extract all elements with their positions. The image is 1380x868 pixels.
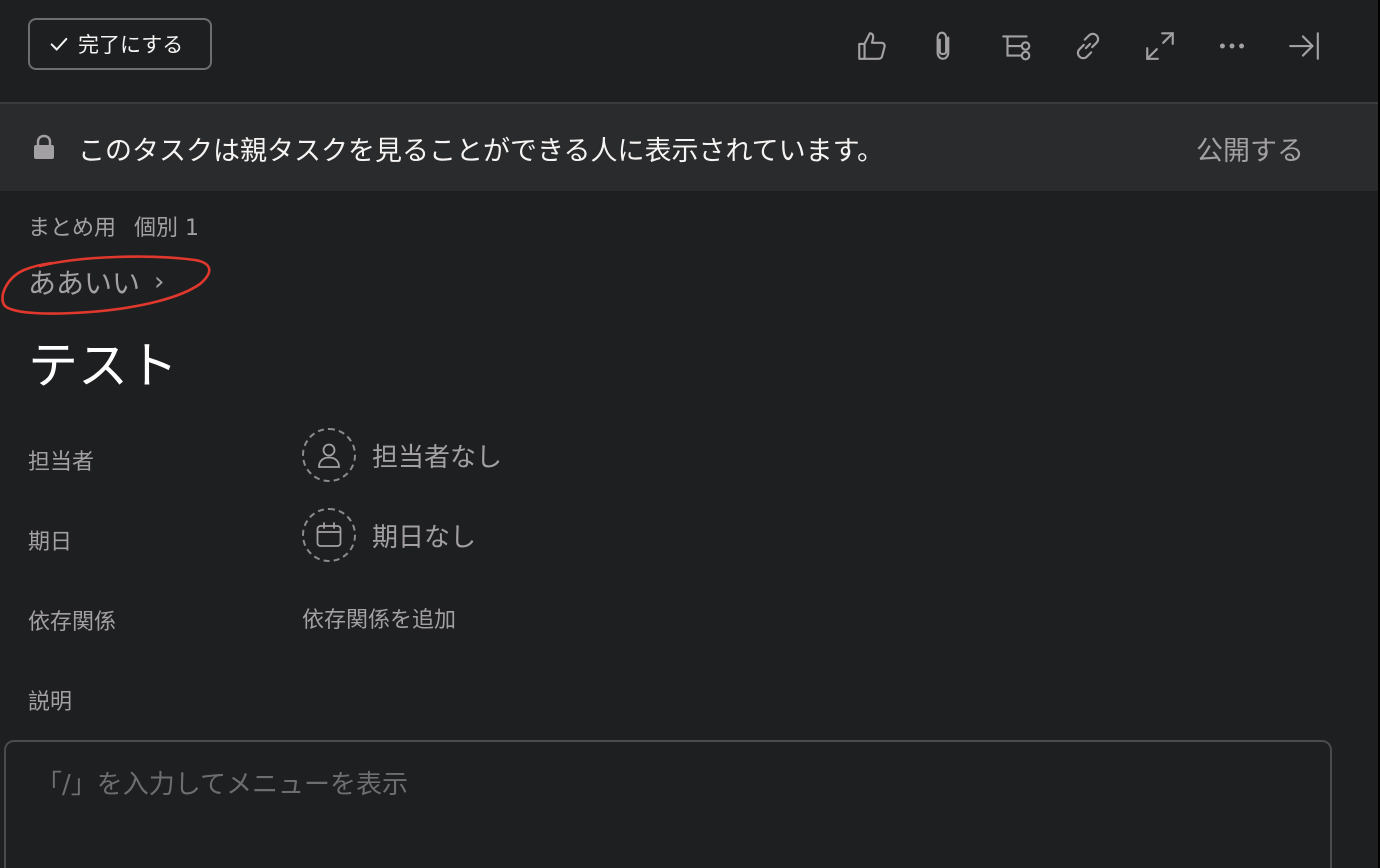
visibility-banner: このタスクは親タスクを見ることができる人に表示されています。 公開する bbox=[0, 104, 1378, 191]
assignee-field[interactable]: 担当者なし bbox=[302, 428, 502, 482]
close-panel-icon[interactable] bbox=[1282, 24, 1326, 68]
assignee-label: 担当者 bbox=[28, 450, 95, 475]
dependencies-label: 依存関係 bbox=[28, 610, 117, 635]
task-toolbar: 完了にする bbox=[0, 0, 1378, 104]
paperclip-icon[interactable] bbox=[922, 24, 966, 68]
breadcrumb: まとめ用 個別 1 bbox=[28, 210, 199, 242]
mark-complete-label: 完了にする bbox=[78, 34, 184, 57]
thumbs-up-icon[interactable] bbox=[850, 24, 894, 68]
assignee-value: 担当者なし bbox=[372, 442, 503, 473]
task-detail-pane: 完了にする このタスクは親タスクを見ることができる人に表示されています。 公開す… bbox=[0, 0, 1380, 868]
calendar-circle bbox=[302, 508, 356, 562]
annotation-circle bbox=[1, 255, 211, 315]
visibility-message: このタスクは親タスクを見ることができる人に表示されています。 bbox=[78, 136, 884, 167]
due-date-value: 期日なし bbox=[372, 522, 477, 553]
more-icon[interactable] bbox=[1210, 24, 1254, 68]
add-dependency-button[interactable]: 依存関係を追加 bbox=[302, 602, 456, 634]
lock-icon bbox=[34, 134, 54, 159]
avatar bbox=[302, 428, 356, 482]
mark-complete-button[interactable]: 完了にする bbox=[28, 18, 212, 70]
person-icon bbox=[318, 443, 340, 468]
task-title[interactable]: テスト bbox=[28, 326, 178, 398]
due-date-field[interactable]: 期日なし bbox=[302, 508, 476, 562]
check-icon bbox=[50, 37, 68, 51]
link-icon[interactable] bbox=[1066, 24, 1110, 68]
description-label: 説明 bbox=[28, 690, 73, 715]
breadcrumb-section[interactable]: 個別 1 bbox=[134, 210, 199, 242]
calendar-icon bbox=[316, 522, 342, 547]
description-editor[interactable]: 「/」を入力してメニューを表示 bbox=[4, 740, 1332, 868]
make-public-button[interactable]: 公開する bbox=[1196, 129, 1304, 168]
subtask-icon[interactable] bbox=[994, 24, 1038, 68]
description-placeholder: 「/」を入力してメニューを表示 bbox=[36, 770, 408, 800]
breadcrumb-project[interactable]: まとめ用 bbox=[28, 210, 116, 242]
due-date-label: 期日 bbox=[28, 530, 73, 555]
expand-icon[interactable] bbox=[1138, 24, 1182, 68]
